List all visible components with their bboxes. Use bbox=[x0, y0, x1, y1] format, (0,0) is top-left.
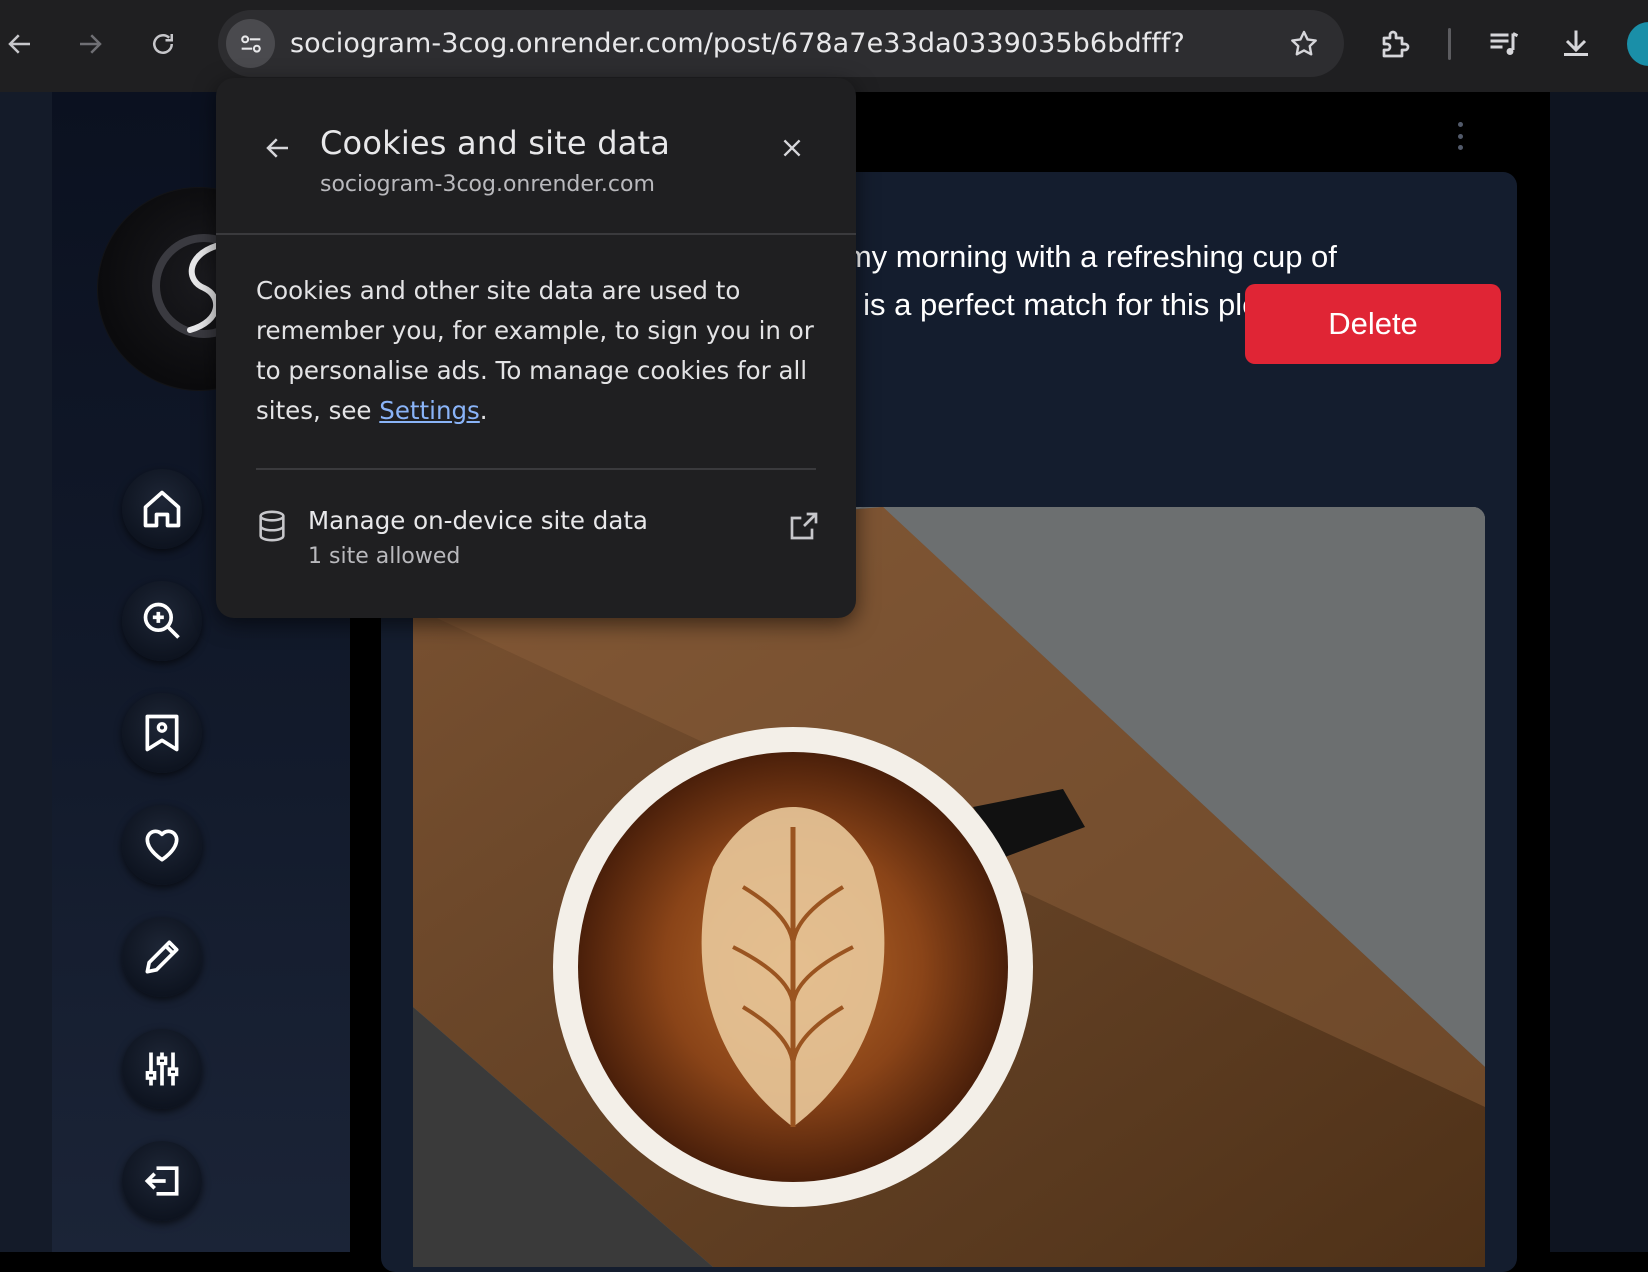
back-arrow-icon bbox=[266, 138, 288, 158]
post-image[interactable] bbox=[413, 507, 1485, 1267]
latte-art-coffee-photo bbox=[413, 507, 1485, 1267]
reload-icon bbox=[153, 34, 173, 54]
post-options-icon[interactable] bbox=[1448, 116, 1472, 156]
profile-avatar[interactable] bbox=[1627, 22, 1648, 66]
popup-description-end: . bbox=[479, 396, 488, 425]
extensions-button[interactable] bbox=[1374, 22, 1418, 66]
media-controls-button[interactable] bbox=[1482, 22, 1526, 66]
sliders-icon bbox=[145, 1052, 179, 1086]
home-icon bbox=[143, 490, 181, 528]
sidebar-item-home[interactable] bbox=[122, 469, 202, 549]
zoom-in-icon bbox=[143, 602, 180, 639]
sidebar-item-settings[interactable] bbox=[122, 1029, 202, 1109]
site-info-button[interactable] bbox=[226, 19, 275, 68]
manage-site-data-title: Manage on-device site data bbox=[308, 506, 648, 535]
popup-domain: sociogram-3cog.onrender.com bbox=[320, 172, 655, 197]
reload-button[interactable] bbox=[137, 18, 189, 70]
toolbar-separator bbox=[1448, 28, 1451, 60]
settings-link[interactable]: Settings bbox=[379, 396, 480, 425]
sidebar-item-logout[interactable] bbox=[122, 1141, 202, 1221]
bookmark-image-icon bbox=[145, 714, 179, 752]
forward-arrow-icon bbox=[80, 34, 102, 54]
bookmark-button[interactable] bbox=[1284, 24, 1324, 64]
popup-section-divider bbox=[256, 468, 816, 470]
page-background bbox=[0, 92, 52, 1252]
close-icon bbox=[783, 139, 801, 157]
site-info-icon bbox=[240, 34, 261, 53]
downloads-button[interactable] bbox=[1554, 22, 1598, 66]
database-icon bbox=[252, 506, 292, 546]
popup-divider bbox=[216, 233, 856, 235]
logout-icon bbox=[144, 1166, 179, 1196]
popup-close-button[interactable] bbox=[772, 128, 812, 168]
back-button[interactable] bbox=[0, 18, 46, 70]
forward-button[interactable] bbox=[64, 18, 116, 70]
sidebar-item-create[interactable] bbox=[122, 917, 202, 997]
sidebar-item-saved[interactable] bbox=[122, 693, 202, 773]
delete-button[interactable]: Delete bbox=[1245, 284, 1501, 364]
back-arrow-icon bbox=[8, 34, 30, 54]
media-controls-icon bbox=[1490, 32, 1519, 55]
post-caption-line: d my morning with a refreshing cup of bbox=[820, 239, 1337, 274]
sidebar-item-explore[interactable] bbox=[122, 581, 202, 661]
manage-site-data-row[interactable]: Manage on-device site data 1 site allowe… bbox=[252, 498, 824, 578]
heart-icon bbox=[145, 829, 179, 862]
manage-site-data-subtitle: 1 site allowed bbox=[308, 544, 461, 569]
address-bar[interactable]: sociogram-3cog.onrender.com/post/678a7e3… bbox=[218, 10, 1344, 77]
cookies-site-data-popup: Cookies and site data sociogram-3cog.onr… bbox=[216, 78, 856, 618]
bookmark-star-icon bbox=[1291, 30, 1317, 56]
url-text[interactable]: sociogram-3cog.onrender.com/post/678a7e3… bbox=[290, 28, 1185, 59]
popup-back-button[interactable] bbox=[258, 128, 298, 168]
open-in-new-icon[interactable] bbox=[784, 506, 824, 546]
popup-description-text: Cookies and other site data are used to … bbox=[256, 276, 814, 425]
extensions-puzzle-icon bbox=[1382, 30, 1410, 58]
pencil-icon bbox=[145, 940, 179, 974]
popup-description: Cookies and other site data are used to … bbox=[256, 271, 816, 431]
popup-title: Cookies and site data bbox=[320, 124, 671, 162]
download-icon bbox=[1564, 30, 1588, 56]
sidebar-item-liked[interactable] bbox=[122, 805, 202, 885]
